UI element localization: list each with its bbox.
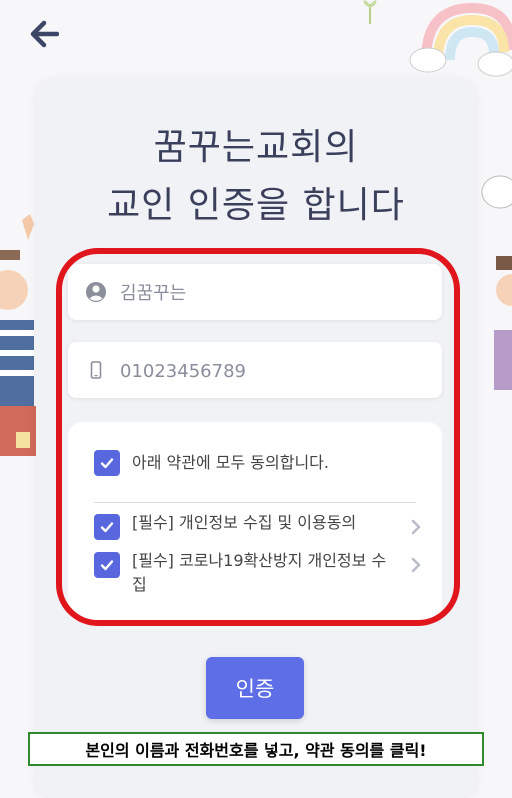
- terms-item-privacy-checkbox[interactable]: [94, 514, 120, 540]
- checkmark-icon: [100, 522, 114, 533]
- arrow-left-icon: [30, 20, 59, 48]
- phone-field[interactable]: [68, 342, 442, 400]
- mobile-phone-icon: [90, 361, 102, 379]
- phone-input[interactable]: [118, 342, 432, 400]
- leaf-decoration: [363, 0, 377, 24]
- terms-item-privacy-label: [필수] 개인정보 수집 및 이용동의: [132, 513, 357, 532]
- terms-agreement-box: 아래 약관에 모두 동의합니다. [필수] 개인정보 수집 및 이용동의 [필수…: [68, 422, 442, 622]
- name-input[interactable]: [118, 264, 432, 322]
- terms-divider: [94, 502, 416, 503]
- agree-all-label: 아래 약관에 모두 동의합니다.: [132, 453, 329, 472]
- cloud-decoration: [481, 175, 512, 209]
- cartoon-character-right-decoration: [494, 256, 512, 390]
- checkmark-icon: [100, 560, 114, 571]
- page-title-line1: 꿈꾸는교회의: [153, 127, 359, 168]
- rainbow-cloud-decoration: [409, 2, 512, 77]
- verify-button[interactable]: 인증: [206, 657, 304, 719]
- agree-all-checkbox[interactable]: [94, 450, 120, 476]
- page-title-line2: 교인 인증을 합니다: [107, 185, 405, 226]
- name-field[interactable]: [68, 264, 442, 322]
- checkmark-icon: [100, 458, 114, 469]
- terms-item-covid-checkbox[interactable]: [94, 552, 120, 578]
- back-button[interactable]: [24, 14, 64, 54]
- terms-item-covid-label: [필수] 코로나19확산방지 개인정보 수집: [132, 551, 387, 594]
- instruction-caption: 본인의 이름과 전화번호를 넣고, 약관 동의를 클릭!: [28, 732, 484, 766]
- chevron-right-icon[interactable]: [408, 557, 424, 573]
- user-circle-icon: [86, 282, 106, 302]
- chevron-right-icon[interactable]: [408, 519, 424, 535]
